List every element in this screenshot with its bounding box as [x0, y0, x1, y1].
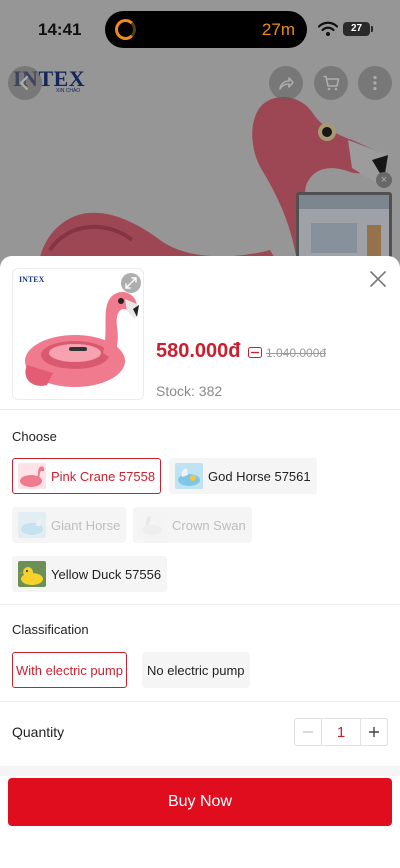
pink-crane-thumbnail: [18, 463, 46, 489]
option-label: Giant Horse: [51, 517, 121, 533]
option-pink-crane[interactable]: Pink Crane 57558: [12, 458, 162, 494]
crown-swan-thumbnail: [139, 512, 167, 538]
battery-icon: 27: [343, 22, 370, 36]
option-no-electric-pump[interactable]: No electric pump: [142, 652, 250, 688]
option-label: Crown Swan: [172, 517, 246, 533]
more-vertical-icon: [373, 75, 377, 91]
divider: [0, 604, 400, 605]
giant-horse-thumbnail: [18, 512, 46, 538]
status-bar: 14:41 27m 27: [0, 0, 400, 56]
more-button[interactable]: [358, 66, 392, 100]
share-icon: [279, 77, 294, 90]
divider: [0, 409, 400, 410]
quantity-value[interactable]: 1: [321, 719, 361, 745]
expand-icon: [125, 277, 137, 289]
wifi-icon: [318, 21, 338, 36]
cart-button[interactable]: [314, 66, 348, 100]
divider: [0, 701, 400, 702]
footer-separator: [0, 766, 400, 776]
timer-ring-icon: [115, 19, 136, 40]
discount-tag-icon: [248, 347, 262, 358]
quantity-stepper[interactable]: 1: [294, 718, 388, 746]
back-button[interactable]: [8, 66, 42, 100]
increase-button[interactable]: [361, 719, 387, 745]
brand-tagline: XIN CHÀO: [56, 88, 81, 94]
option-label: God Horse 57561: [208, 468, 311, 484]
plus-icon: [369, 727, 379, 737]
dynamic-island: 27m: [105, 11, 307, 48]
quantity-label: Quantity: [12, 724, 65, 740]
island-timer: 27m: [261, 20, 295, 39]
option-crown-swan[interactable]: Crown Swan: [133, 507, 252, 543]
stock-count: Stock: 382: [156, 383, 223, 399]
variant-selection-sheet: INTEX 580.000đ 1.040.000đ Stock: 382 Cho…: [0, 256, 400, 868]
sale-price: 580.000đ: [156, 340, 241, 362]
option-god-horse[interactable]: God Horse 57561: [169, 458, 317, 494]
yellow-duck-thumbnail: [18, 561, 46, 587]
cart-icon: [323, 75, 340, 91]
arrow-left-icon: [19, 75, 29, 91]
product-thumbnail[interactable]: INTEX: [12, 268, 144, 400]
option-label: No electric pump: [147, 662, 245, 678]
original-price: 1.040.000đ: [266, 346, 327, 360]
option-label: With electric pump: [16, 662, 123, 678]
choose-label: Choose: [12, 429, 57, 444]
option-label: Pink Crane 57558: [51, 468, 156, 484]
option-with-electric-pump[interactable]: With electric pump: [12, 652, 127, 688]
status-time: 14:41: [38, 20, 82, 39]
buy-now-button[interactable]: Buy Now: [8, 778, 392, 826]
option-giant-horse[interactable]: Giant Horse: [12, 507, 127, 543]
option-yellow-duck[interactable]: Yellow Duck 57556: [12, 556, 168, 592]
classification-label: Classification: [12, 622, 89, 637]
floating-video-thumbnail[interactable]: [296, 192, 392, 262]
share-button[interactable]: [269, 66, 303, 100]
close-icon[interactable]: ×: [376, 172, 392, 188]
decrease-button[interactable]: [295, 719, 321, 745]
god-horse-thumbnail: [175, 463, 203, 489]
option-label: Yellow Duck 57556: [51, 566, 162, 582]
close-icon[interactable]: [368, 269, 388, 289]
minus-icon: [303, 731, 313, 733]
expand-image-button[interactable]: [121, 273, 141, 293]
